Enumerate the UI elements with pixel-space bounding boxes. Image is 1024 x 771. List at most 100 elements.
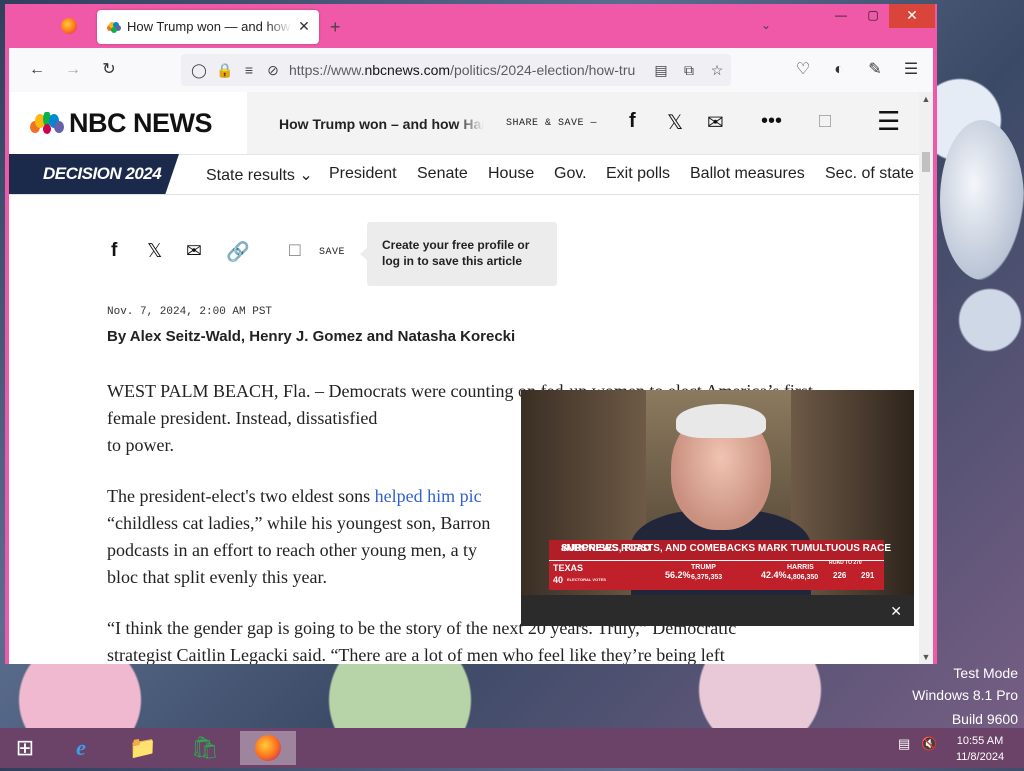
list-all-tabs-icon[interactable]: ⌄ [761,18,771,32]
decision-2024-label: DECISION 2024 [43,164,162,183]
email-icon[interactable]: ✉ [707,110,724,135]
nav-state-results[interactable]: State results ⌄ [206,165,313,185]
forward-icon[interactable]: → [61,58,85,82]
reader-view-icon[interactable]: ▤ [651,60,671,80]
site-logo[interactable]: NBC NEWS [69,108,213,139]
nav-secretary-of-state[interactable]: Sec. of state [825,165,914,183]
harris-electoral: 226 [833,571,847,580]
save-label[interactable]: SAVE [319,247,345,258]
url-text[interactable]: https://www.nbcnews.com/politics/2024-el… [289,62,639,78]
tab-close-icon[interactable]: ✕ [295,17,313,35]
page-scrollbar[interactable]: ▲ ▼ [919,92,933,664]
nbc-peacock-icon [107,22,121,33]
nbc-peacock-logo-icon[interactable] [29,112,65,134]
nav-senate[interactable]: Senate [417,165,468,183]
pip-close-icon[interactable]: ✕ [890,603,902,620]
paragraph-2-line-3: podcasts in an effort to reach other you… [107,540,478,560]
extensions-icon[interactable]: ✎ [863,58,887,82]
trump-votes: 6,375,353 [691,574,723,581]
email-share-icon[interactable]: ✉ [186,240,202,263]
autoplay-blocked-icon[interactable]: ⊘ [263,60,283,80]
save-tooltip-text: Create your free profile or log in to sa… [382,238,530,268]
url-path: /politics/2024-election/how-tru [450,62,636,78]
facebook-icon[interactable]: f [629,110,636,133]
firefox-taskbar-icon[interactable] [240,731,296,765]
file-explorer-icon[interactable]: 📁 [118,731,168,765]
test-mode-label: Test Mode [953,665,1018,681]
lock-icon[interactable]: 🔒 [215,60,235,80]
windows-store-icon[interactable]: 🛍 [180,731,230,765]
reload-icon[interactable]: ↻ [97,58,121,82]
paragraph-1-end: to power. [107,435,174,455]
picture-in-picture-player[interactable]: SURPRISES, FIRSTS, AND COMEBACKS MARK TU… [521,390,914,626]
nav-president[interactable]: President [329,165,397,183]
bookmark-star-icon[interactable]: ☆ [707,60,727,80]
maximize-button[interactable]: ▢ [857,4,889,28]
start-button-windows-icon[interactable]: ⊞ [0,731,50,765]
x-share-icon[interactable]: 𝕏 [147,240,162,263]
account-icon[interactable]: ◐ [827,58,851,82]
harris-pct: 42.4% [761,570,787,580]
tab-title: How Trump won — and how H [127,19,292,34]
paragraph-2-line-4: bloc that split evenly this year. [107,567,327,587]
system-clock[interactable]: 10:55 AM 11/8/2024 [940,733,1020,765]
url-domain: nbcnews.com [364,62,451,78]
internet-explorer-icon[interactable]: e [56,731,106,765]
wallpaper-character [940,120,1024,280]
scroll-up-icon[interactable]: ▲ [919,92,933,106]
lower-third-headline-bar: SURPRISES, FIRSTS, AND COMEBACKS MARK TU… [549,540,891,561]
picture-in-picture-icon[interactable]: ⧉ [679,60,699,80]
harris-votes: 4,806,350 [787,574,819,581]
os-build-label: Build 9600 [951,711,1018,727]
clock-date: 11/8/2024 [955,751,1005,763]
facebook-share-icon[interactable]: f [111,240,117,262]
active-tab[interactable]: How Trump won — and how H ✕ [97,10,319,44]
hamburger-menu-icon[interactable]: ☰ [877,106,900,137]
lower-third-tag: #NBCNEWS ROAD [561,543,651,554]
minimize-button[interactable]: — [825,4,857,28]
article-link[interactable]: helped him pic [375,486,482,506]
nav-house[interactable]: House [488,165,534,183]
volume-muted-icon[interactable]: 🔇 [921,736,937,752]
nav-governor[interactable]: Gov. [554,165,587,183]
save-tooltip: Create your free profile or log in to sa… [360,222,557,286]
copy-link-icon[interactable]: 🔗 [226,240,250,264]
save-bookmark-icon[interactable]: □ [289,240,300,262]
new-tab-button[interactable]: + [330,17,341,38]
scroll-down-icon[interactable]: ▼ [919,650,933,664]
permissions-icon[interactable]: ≡ [239,60,259,80]
decision-2024-badge[interactable]: DECISION 2024 [9,154,179,194]
state-name: TEXAS [553,563,584,573]
x-twitter-icon[interactable]: 𝕏 [667,110,683,135]
article-byline: By Alex Seitz-Wald, Henry J. Gomez and N… [107,328,516,345]
site-header: NBC NEWS How Trump won – and how Har SHA… [9,92,919,155]
more-options-icon[interactable]: ••• [761,110,782,133]
article-date: Nov. 7, 2024, 2:00 AM PST [107,306,273,318]
lower-third-results: TEXAS 40 ELECTORAL VOTES 56.2% TRUMP 6,3… [549,560,884,590]
harris-label: HARRIS [787,564,814,571]
tracking-protection-icon[interactable]: ◯ [189,60,209,80]
back-icon[interactable]: ← [25,58,49,82]
url-prefix: https://www. [289,62,365,78]
tab-bar: How Trump won — and how H ✕ + ⌄ — ▢ ✕ [5,4,937,48]
article-share-row: f 𝕏 ✉ 🔗 □ SAVE Create your free profile … [9,220,569,290]
scrollbar-thumb[interactable] [922,152,930,172]
nav-ballot-measures[interactable]: Ballot measures [690,165,805,183]
nav-exit-polls[interactable]: Exit polls [606,165,670,183]
decision-2024-nav: DECISION 2024 State results ⌄ President … [9,154,919,195]
trump-electoral: 291 [861,571,875,580]
trump-pct: 56.2% [665,570,691,580]
firefox-menu-icon[interactable] [61,18,77,34]
network-icon[interactable]: ▤ [898,736,910,752]
electoral-votes: 40 [553,575,564,585]
close-window-button[interactable]: ✕ [889,4,935,28]
address-bar[interactable]: ◯ 🔒 ≡ ⊘ https://www.nbcnews.com/politics… [181,54,731,86]
pocket-icon[interactable]: ♡ [791,58,815,82]
video-frame[interactable]: SURPRISES, FIRSTS, AND COMEBACKS MARK TU… [521,390,914,595]
trump-label: TRUMP [691,564,716,571]
news-lower-third: SURPRISES, FIRSTS, AND COMEBACKS MARK TU… [549,540,891,590]
road-to-270-label: ROAD TO 270 [829,560,862,566]
menu-icon[interactable]: ☰ [899,58,923,82]
sticky-article-title: How Trump won – and how Har [279,116,484,132]
bookmark-icon[interactable]: □ [819,110,831,133]
